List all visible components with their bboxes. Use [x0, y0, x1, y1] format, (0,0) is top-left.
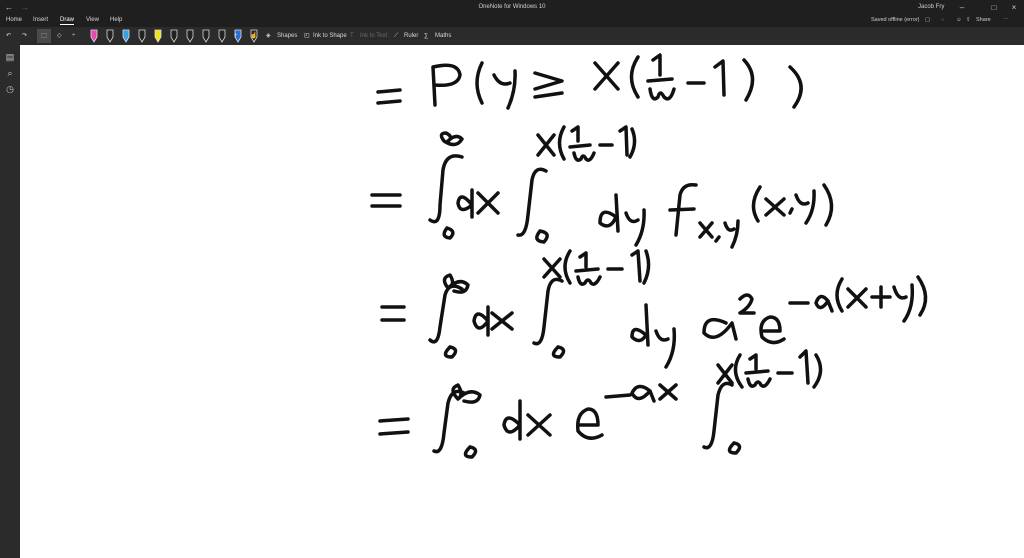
pen-1-icon[interactable] — [90, 29, 98, 43]
add-pen-icon[interactable]: + — [234, 29, 238, 43]
ink-line-4 — [378, 349, 823, 459]
more-icon[interactable]: ⋯ — [1003, 17, 1009, 23]
navigation-rail: ▤ ⌕ ◷ — [0, 45, 20, 558]
recent-icon[interactable]: ◷ — [3, 82, 17, 96]
minimize-icon[interactable]: – — [955, 2, 969, 14]
note-canvas[interactable] — [20, 45, 1024, 558]
window-title: OneNote for Windows 10 — [478, 4, 546, 10]
draw-toolbar: ↶ ↷ ⬚ ◇ ÷ + ☝ ◈ Shapes ◰ Ink to Shape T … — [0, 27, 1024, 45]
undo-icon[interactable]: ↶ — [6, 29, 11, 43]
maths-icon[interactable]: ∑ — [424, 29, 428, 43]
pen-4-icon[interactable] — [138, 29, 146, 43]
ink-line-2 — [370, 125, 834, 249]
eraser-icon[interactable]: ◇ — [57, 29, 62, 43]
ruler-button[interactable]: Ruler — [404, 29, 418, 43]
pen-9-icon[interactable] — [218, 29, 226, 43]
share-button[interactable]: Share — [976, 17, 991, 23]
ink-drawing[interactable] — [20, 45, 1024, 558]
tab-view[interactable]: View — [86, 17, 99, 23]
bell-icon[interactable]: ◌ — [941, 17, 944, 23]
pen-2-icon[interactable] — [106, 29, 114, 43]
feedback-icon[interactable]: ☺ — [956, 17, 962, 23]
tab-insert[interactable]: Insert — [33, 17, 48, 23]
shapes-icon[interactable]: ◈ — [266, 29, 271, 43]
ink-to-text-button: Ink to Text — [360, 33, 388, 39]
pen-6-icon[interactable] — [170, 29, 178, 43]
tab-help[interactable]: Help — [110, 17, 122, 23]
tab-draw[interactable]: Draw — [60, 17, 75, 25]
pages-icon[interactable]: ▤ — [3, 50, 17, 64]
tab-home[interactable]: Home — [6, 17, 22, 23]
redo-icon[interactable]: ↷ — [22, 29, 27, 43]
pen-3-icon[interactable] — [122, 29, 130, 43]
lasso-select-icon[interactable]: ⬚ — [37, 29, 51, 43]
ribbon-tabs: Home Insert Draw View Help Saved offline… — [0, 16, 1024, 27]
ink-to-text-icon: T — [350, 33, 354, 39]
pen-7-icon[interactable] — [186, 29, 194, 43]
shapes-button[interactable]: Shapes — [277, 29, 297, 43]
maths-button[interactable]: Maths — [435, 29, 451, 43]
insert-space-icon[interactable]: ÷ — [72, 29, 75, 43]
notebook-icon[interactable]: ▢ — [925, 17, 930, 23]
search-icon[interactable]: ⌕ — [3, 66, 17, 80]
share-icon[interactable]: ⇪ — [966, 17, 971, 23]
user-name[interactable]: Jacob Fry — [918, 4, 944, 10]
ink-line-3 — [380, 249, 928, 369]
pen-5-icon[interactable] — [154, 29, 162, 43]
ink-to-shape-icon[interactable]: ◰ — [304, 29, 310, 43]
pen-8-icon[interactable] — [202, 29, 210, 43]
ink-to-shape-button[interactable]: Ink to Shape — [313, 29, 347, 43]
ruler-icon[interactable]: ⟋ — [394, 29, 398, 43]
maximize-icon[interactable]: □ — [987, 2, 1001, 14]
sync-status[interactable]: Saved offline (error) — [871, 17, 920, 23]
close-icon[interactable]: × — [1007, 2, 1021, 14]
touch-draw-icon[interactable]: ☝ — [250, 29, 257, 43]
ink-line-1 — [376, 53, 803, 110]
title-bar: ← → OneNote for Windows 10 Jacob Fry – □… — [0, 0, 1024, 16]
